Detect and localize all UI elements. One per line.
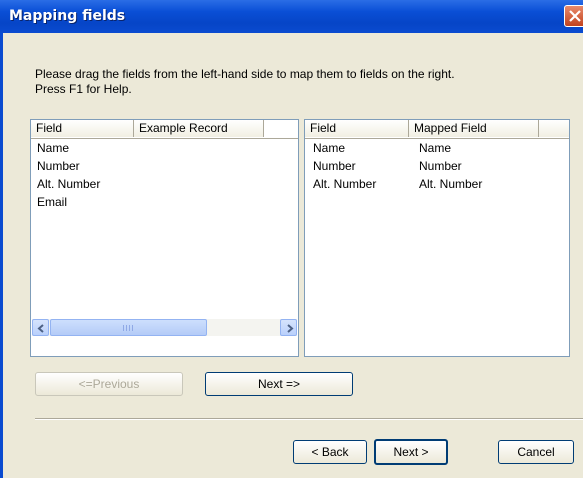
window-frame: [0, 33, 3, 478]
mapped-row-field[interactable]: Alt. Number: [313, 177, 376, 192]
scroll-thumb[interactable]: [50, 319, 207, 336]
mapped-row-value[interactable]: Alt. Number: [419, 177, 482, 192]
window-title: Mapping fields: [9, 8, 126, 24]
next-button[interactable]: Next >: [374, 439, 448, 465]
close-icon: [569, 10, 581, 22]
source-fields-list[interactable]: Field Example Record Name Number Alt. Nu…: [30, 119, 299, 357]
mapped-row-value[interactable]: Name: [419, 141, 451, 156]
title-bar[interactable]: Mapping fields: [0, 0, 583, 33]
previous-button[interactable]: <=Previous: [35, 372, 183, 396]
list-item[interactable]: Email: [37, 195, 67, 210]
cancel-button[interactable]: Cancel: [498, 440, 574, 464]
column-header-mapped-field[interactable]: Mapped Field: [409, 120, 539, 137]
instruction-line-2: Press F1 for Help.: [35, 82, 132, 96]
instruction-line-1: Please drag the fields from the left-han…: [35, 67, 455, 81]
instructions: Please drag the fields from the left-han…: [35, 67, 455, 97]
footer-separator: [35, 418, 583, 420]
scroll-right-button[interactable]: [280, 319, 297, 336]
list-item[interactable]: Number: [37, 159, 80, 174]
mapped-row-field[interactable]: Name: [313, 141, 345, 156]
source-list-header: Field Example Record: [31, 120, 298, 139]
column-header-field[interactable]: Field: [305, 120, 409, 137]
column-header-example-record[interactable]: Example Record: [134, 120, 264, 137]
list-item[interactable]: Alt. Number: [37, 177, 100, 192]
horizontal-scrollbar[interactable]: [32, 319, 297, 336]
list-item[interactable]: Name: [37, 141, 69, 156]
mapped-row-value[interactable]: Number: [419, 159, 462, 174]
column-header-field[interactable]: Field: [31, 120, 134, 137]
mapped-row-field[interactable]: Number: [313, 159, 356, 174]
mapped-fields-list[interactable]: Field Mapped Field Name Name Number Numb…: [304, 119, 570, 357]
mapped-list-header: Field Mapped Field: [305, 120, 569, 139]
scroll-grip: [123, 325, 135, 331]
back-button[interactable]: < Back: [293, 440, 367, 464]
close-button[interactable]: [564, 5, 583, 27]
scroll-left-button[interactable]: [32, 319, 49, 336]
arrow-right-icon: [287, 324, 294, 333]
column-header-filler: [539, 120, 569, 137]
next-mapping-button[interactable]: Next =>: [205, 372, 353, 396]
arrow-left-icon: [37, 324, 44, 333]
